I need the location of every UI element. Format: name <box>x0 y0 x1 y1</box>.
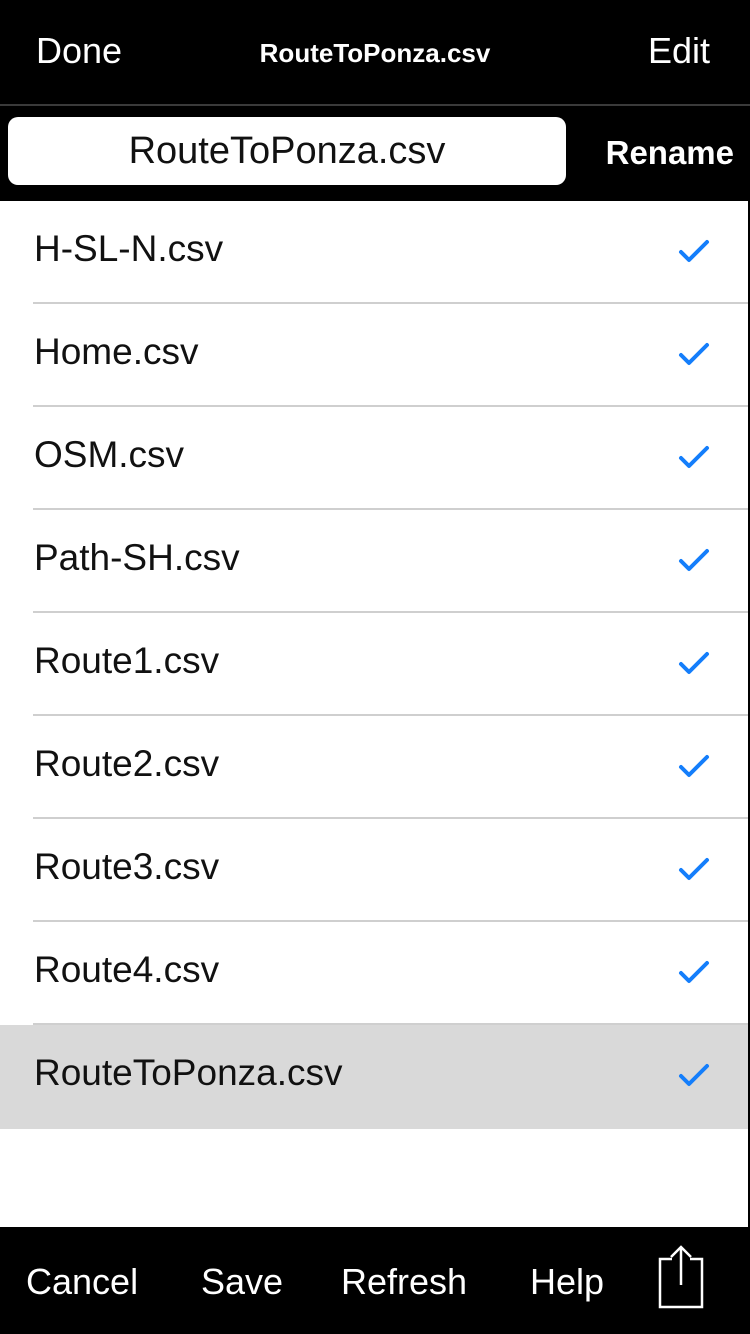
file-name: Route3.csv <box>34 846 220 887</box>
list-item[interactable]: Path-SH.csv <box>0 510 748 613</box>
save-button[interactable]: Save <box>201 1261 283 1303</box>
checkmark-icon <box>679 343 709 365</box>
file-name: Route2.csv <box>34 743 220 784</box>
list-item[interactable]: Route3.csv <box>0 819 748 922</box>
list-item[interactable]: Route4.csv <box>0 922 748 1025</box>
refresh-button[interactable]: Refresh <box>341 1261 467 1303</box>
file-name: Route4.csv <box>34 949 220 990</box>
navigation-bar: Done RouteToPonza.csv Edit <box>0 0 750 104</box>
cancel-button[interactable]: Cancel <box>26 1261 138 1303</box>
done-button[interactable]: Done <box>36 30 122 72</box>
list-item[interactable]: Home.csv <box>0 304 748 407</box>
checkmark-icon <box>679 1064 709 1086</box>
list-item[interactable]: Route1.csv <box>0 613 748 716</box>
checkmark-icon <box>679 755 709 777</box>
list-item[interactable]: OSM.csv <box>0 407 748 510</box>
list-item[interactable]: RouteToPonza.csv <box>0 1025 748 1129</box>
checkmark-icon <box>679 549 709 571</box>
checkmark-icon <box>679 652 709 674</box>
checkmark-icon <box>679 240 709 262</box>
checkmark-icon <box>679 961 709 983</box>
checkmark-icon <box>679 446 709 468</box>
edit-button[interactable]: Edit <box>648 30 710 72</box>
file-name: H-SL-N.csv <box>34 228 224 269</box>
file-name: RouteToPonza.csv <box>34 1052 343 1093</box>
rename-bar: Rename <box>0 106 750 201</box>
help-button[interactable]: Help <box>530 1261 604 1303</box>
checkmark-icon <box>679 858 709 880</box>
file-name: Home.csv <box>34 331 199 372</box>
file-name: Path-SH.csv <box>34 537 240 578</box>
rename-button[interactable]: Rename <box>606 134 734 172</box>
share-icon[interactable] <box>656 1245 706 1311</box>
list-item[interactable]: Route2.csv <box>0 716 748 819</box>
file-name: OSM.csv <box>34 434 185 475</box>
bottom-toolbar: Cancel Save Refresh Help <box>0 1227 750 1334</box>
filename-input[interactable] <box>8 117 566 185</box>
file-list: H-SL-N.csv Home.csv OSM.csv Path-SH.csv Rout… <box>0 201 748 1227</box>
file-name: Route1.csv <box>34 640 220 681</box>
list-item[interactable]: H-SL-N.csv <box>0 201 748 304</box>
